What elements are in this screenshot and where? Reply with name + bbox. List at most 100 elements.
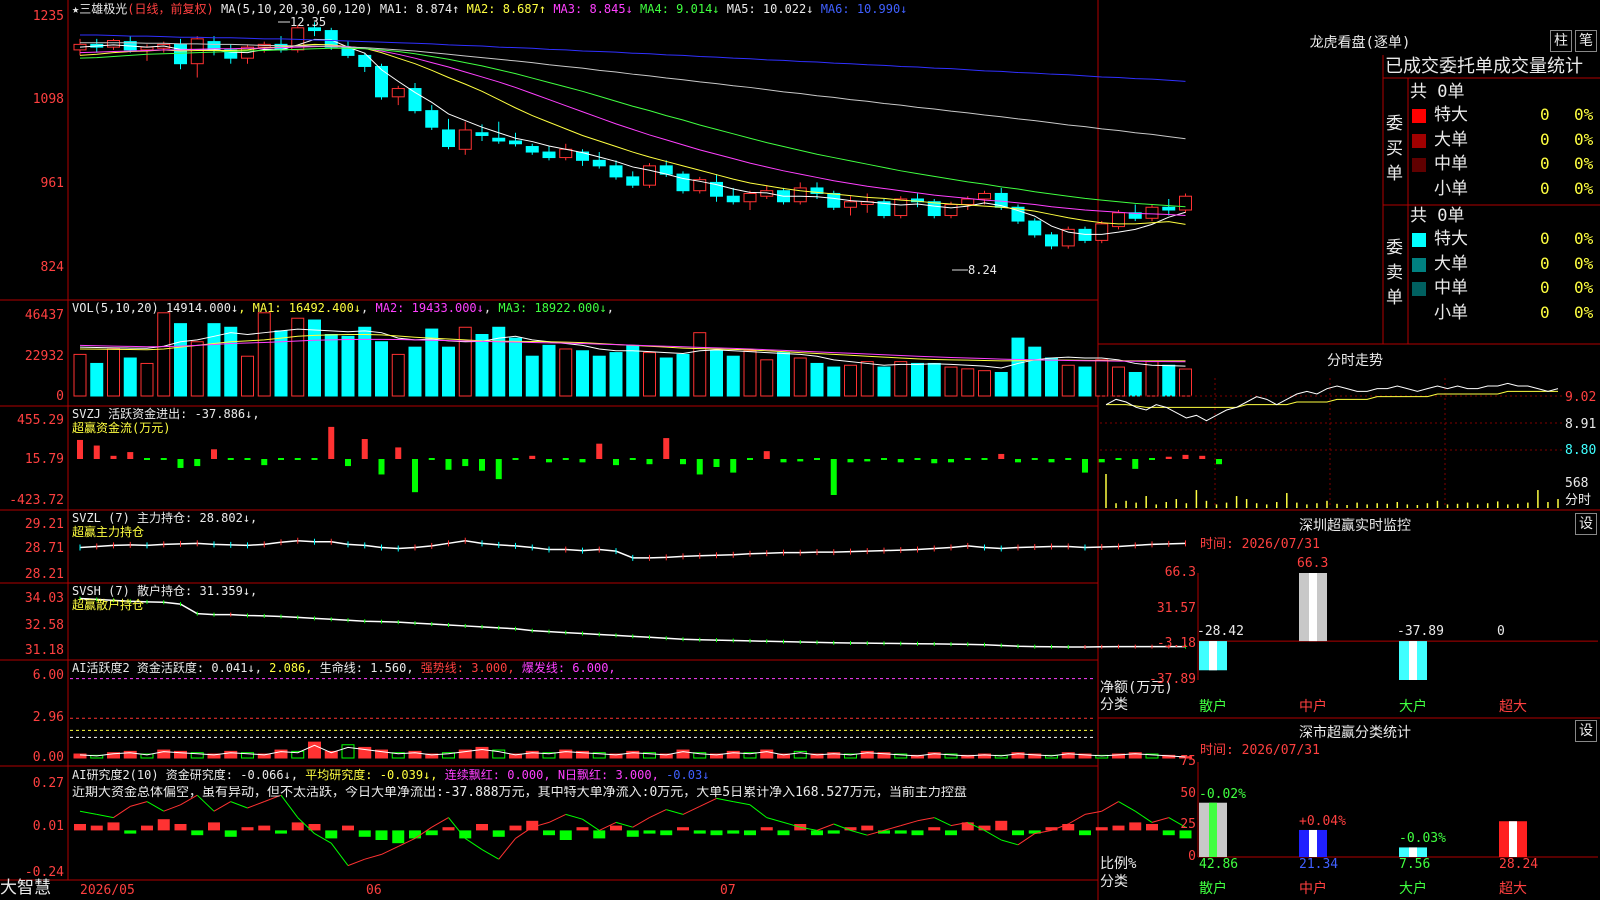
cat-change-label: +0.04% [1299, 813, 1346, 829]
order-size-label: 中单 [1434, 278, 1468, 298]
svzj-bar [194, 458, 201, 467]
low-label: 8.24 [968, 263, 997, 277]
volume-bar [90, 362, 104, 397]
svzj-bar [261, 458, 268, 466]
ai-research-bar [911, 830, 924, 836]
svzj-bar [629, 457, 636, 460]
svsh-subtitle: 超赢散户持仓 [72, 598, 145, 612]
svzj-bar [914, 457, 921, 460]
cat-y-label: 比例% [1100, 856, 1137, 872]
volume-bar [743, 350, 757, 397]
order-percent: 0% [1574, 154, 1594, 173]
volume-bar [140, 362, 154, 397]
volume-bar [760, 359, 774, 397]
ai-research-bar [677, 827, 689, 831]
ai-research-last: -0.03↓ [666, 768, 710, 782]
ai-research-line [347, 858, 365, 867]
ai-research-bar [492, 830, 505, 837]
ai-research-bar [509, 825, 522, 831]
period-label[interactable]: (日线，前复权) [127, 2, 213, 16]
intraday-unit: 分时 [1565, 493, 1592, 508]
svzj-bar [1065, 457, 1072, 460]
ai-research-bar [157, 819, 170, 831]
volume-bar [944, 366, 958, 397]
order-percent: 0% [1574, 278, 1594, 297]
ai-active-bar [341, 744, 355, 759]
order-color-swatch [1412, 109, 1426, 123]
svzj-bar [1098, 458, 1105, 463]
volume-bar [994, 371, 1008, 397]
volume-bar [391, 353, 405, 397]
cat-tick: 75 [1180, 754, 1196, 769]
order-color-swatch [1412, 282, 1426, 296]
cat-value-label: 21.34 [1299, 857, 1339, 872]
svzj-bar [613, 458, 619, 466]
ma6-value: MA6: 10.990↓ [820, 2, 908, 16]
ai-research-line [1118, 801, 1136, 812]
volume-bar [1028, 346, 1042, 397]
svzj-bar [1165, 456, 1172, 459]
volume-bar [710, 350, 723, 397]
volume-bar [207, 323, 221, 397]
svzj-bar [1182, 454, 1189, 459]
candle-body [391, 88, 405, 98]
cat-tick: 25 [1180, 817, 1196, 833]
volume-bar [777, 352, 790, 397]
candle-body [107, 40, 120, 48]
ai-research-line [883, 825, 901, 831]
ai-research-bar [191, 830, 204, 836]
svzj-bar [1132, 458, 1139, 469]
svzj-tick: 15.79 [24, 452, 64, 467]
ai-research-bar [811, 830, 823, 836]
tick-mode-button[interactable]: 笔 [1575, 30, 1597, 52]
ai-research-header: AI研究度2(10) 资金研究度: -0.066↓, 平均研究度: -0.039… [72, 768, 709, 782]
svzl-subtitle: 超赢主力持仓 [72, 525, 145, 539]
svzj-bar [897, 458, 904, 463]
ai-research-line [766, 817, 784, 823]
ai-research-bar [258, 825, 271, 831]
ai-research-line [632, 817, 650, 828]
ai-research-line [984, 829, 1002, 841]
ai-research-bar [777, 830, 790, 836]
order-color-swatch [1412, 306, 1426, 321]
volume-bar [793, 357, 807, 397]
svzj-header: SVZJ 活跃资金进出: -37.886↓, [72, 407, 260, 421]
volume-bar [1061, 364, 1075, 397]
svzj-bar [345, 458, 351, 467]
order-size-label: 小单 [1434, 302, 1468, 323]
cat-category-label: 超大 [1499, 881, 1527, 897]
ai-research-line [1001, 839, 1019, 846]
ai-research-bar [476, 824, 488, 831]
svzj-tick: -423.72 [9, 493, 64, 508]
sz-tick: -37.89 [1149, 672, 1196, 687]
cat-settings-button[interactable]: 设 [1575, 720, 1597, 742]
price-tick: 961 [40, 176, 64, 191]
sell-total: 共 0单 [1410, 206, 1465, 226]
svzl-tick: 28.21 [24, 567, 64, 582]
ma2-value: MA2: 8.687↑ [466, 2, 547, 16]
brand-ribbon[interactable]: 大智慧 [0, 880, 51, 897]
ai-research-bar [459, 830, 472, 839]
candle-body [1162, 206, 1176, 211]
order-percent: 0% [1574, 178, 1594, 198]
chart-canvas[interactable] [0, 0, 1600, 900]
sz-time: 时间: 2026/07/31 [1200, 537, 1320, 552]
ai-research-line [1101, 801, 1119, 812]
svzj-bar [211, 449, 217, 459]
ai-research-bar [760, 827, 773, 831]
order-percent: 0% [1574, 229, 1594, 248]
order-size-label: 中单 [1434, 154, 1468, 174]
ai-research-bar [1129, 822, 1142, 831]
intraday-tick: 8.80 [1565, 443, 1597, 458]
svsh-line [79, 597, 1186, 648]
sz-settings-button[interactable]: 设 [1575, 513, 1597, 535]
ai-research-bar [576, 827, 589, 831]
ai-research-bar [275, 830, 287, 834]
svzj-bar [830, 458, 837, 495]
ai-active-burst: 爆发线: 6.000, [521, 661, 616, 675]
bar-mode-button[interactable]: 柱 [1550, 30, 1572, 52]
candle-body [643, 165, 656, 186]
volume-bar [442, 346, 455, 397]
candle-body [1028, 220, 1042, 236]
ai-research-bar [643, 830, 656, 834]
